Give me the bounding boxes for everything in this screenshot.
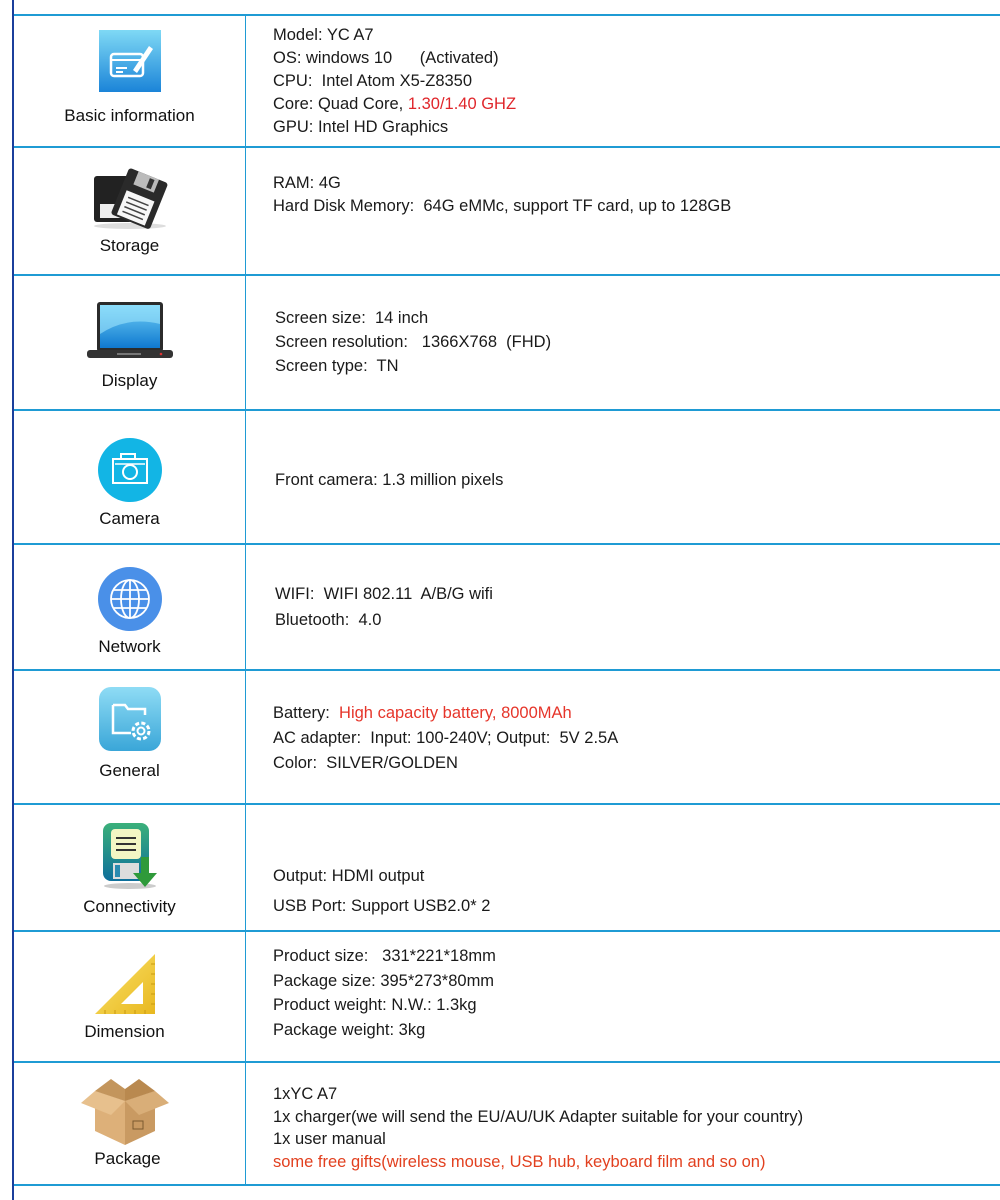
category-cell: Network — [14, 545, 246, 671]
spec-line-hard-disk: Hard Disk Memory: 64G eMMc, support TF c… — [273, 197, 732, 215]
spec-line-usb-port: USB Port: Support USB2.0* 2 — [273, 897, 491, 915]
spec-row-dimension: Dimension Product size: 331*221*18mm Pac… — [14, 930, 1000, 1063]
spec-row-network: Network WIFI: WIFI 802.11 A/B/G wifi Blu… — [14, 543, 1000, 671]
category-label: Dimension — [84, 1022, 165, 1041]
highlight-text: High capacity battery, 8000MAh — [339, 704, 572, 722]
folder-settings-icon — [98, 687, 161, 756]
category-label: Package — [94, 1149, 161, 1168]
spec-line-screen-size: Screen size: 14 inch — [275, 309, 429, 327]
laptop-icon — [86, 302, 173, 365]
category-cell: General — [14, 671, 246, 805]
spec-line-screen-resolution: Screen resolution: 1366X768 (FHD) — [275, 333, 552, 351]
spec-row-connectivity: Connectivity Output: HDMI output USB Por… — [14, 803, 1000, 932]
globe-icon — [97, 567, 162, 636]
spec-row-storage: Storage RAM: 4G Hard Disk Memory: 64G eM… — [14, 146, 1000, 276]
spec-line-cpu: CPU: Intel Atom X5-Z8350 — [273, 72, 473, 90]
spec-row-basic-information: Basic information Model: YC A7 OS: windo… — [14, 14, 1000, 148]
spec-line-color: Color: SILVER/GOLDEN — [273, 754, 458, 772]
category-cell: Connectivity — [14, 805, 246, 932]
category-label: General — [99, 761, 160, 780]
spec-line-ac-adapter: AC adapter: Input: 100-240V; Output: 5V … — [273, 729, 619, 747]
spec-line-product-weight: Product weight: N.W.: 1.3kg — [273, 996, 477, 1014]
spec-line-model: Model: YC A7 — [273, 26, 374, 44]
spec-list: Output: HDMI output USB Port: Support US… — [273, 861, 1000, 921]
category-label: Connectivity — [83, 897, 176, 916]
set-square-ruler-icon — [93, 952, 157, 1021]
camera-icon — [97, 437, 163, 508]
spec-row-display: Display Screen size: 14 inch Screen reso… — [14, 274, 1000, 411]
category-cell: Display — [14, 276, 246, 411]
spec-line-package-weight: Package weight: 3kg — [273, 1020, 426, 1039]
category-label: Basic information — [64, 106, 195, 125]
spec-line-gpu: GPU: Intel HD Graphics — [273, 118, 449, 136]
spec-list: 1xYC A7 1x charger(we will send the EU/A… — [273, 1083, 1000, 1173]
spec-list: Model: YC A7 OS: windows 10 (Activated) … — [273, 24, 1000, 139]
spec-line-screen-type: Screen type: TN — [275, 357, 399, 375]
spec-list: Battery: High capacity battery, 8000MAh … — [273, 701, 1000, 776]
spec-line-wifi: WIFI: WIFI 802.11 A/B/G wifi — [275, 585, 493, 603]
download-document-icon — [99, 823, 161, 896]
floppy-disk-icon — [90, 168, 170, 235]
category-label: Camera — [99, 509, 160, 528]
spec-list: WIFI: WIFI 802.11 A/B/G wifi Bluetooth: … — [275, 581, 1000, 633]
category-cell: Package — [14, 1063, 246, 1184]
package-item: 1xYC A7 — [273, 1085, 338, 1103]
spec-row-camera: Camera Front camera: 1.3 million pixels — [14, 409, 1000, 545]
package-item: 1x user manual — [273, 1130, 386, 1148]
category-label: Display — [101, 371, 158, 390]
spec-line-product-size: Product size: 331*221*18mm — [273, 947, 496, 965]
category-cell: Basic information — [14, 16, 246, 148]
spec-line-bluetooth: Bluetooth: 4.0 — [275, 611, 382, 629]
spec-list: Front camera: 1.3 million pixels — [275, 469, 1000, 492]
spec-line-front-camera: Front camera: 1.3 million pixels — [275, 471, 504, 489]
category-cell: Dimension — [14, 932, 246, 1063]
category-label: Storage — [99, 236, 160, 255]
spec-list: Screen size: 14 inch Screen resolution: … — [275, 306, 1000, 378]
category-label: Network — [98, 637, 161, 656]
highlight-text: 1.30/1.40 GHZ — [407, 95, 517, 113]
spec-row-package: Package 1xYC A7 1x charger(we will send … — [14, 1061, 1000, 1186]
package-item: 1x charger(we will send the EU/AU/UK Ada… — [273, 1107, 804, 1126]
spec-line-output: Output: HDMI output — [273, 867, 425, 885]
edit-card-icon — [98, 30, 161, 97]
category-cell: Storage — [14, 148, 246, 276]
spec-line-battery: Battery: High capacity battery, 8000MAh — [273, 704, 572, 722]
spec-list: Product size: 331*221*18mm Package size:… — [273, 944, 1000, 1042]
cardboard-box-icon — [80, 1079, 169, 1154]
package-item-free-gifts: some free gifts(wireless mouse, USB hub,… — [273, 1152, 766, 1171]
spec-line-package-size: Package size: 395*273*80mm — [273, 971, 495, 990]
spec-row-general: General Battery: High capacity battery, … — [14, 669, 1000, 805]
spec-line-os: OS: windows 10 (Activated) — [273, 49, 499, 67]
spec-line-ram: RAM: 4G — [273, 174, 341, 192]
spec-line-core: Core: Quad Core, 1.30/1.40 GHZ — [273, 95, 517, 113]
category-cell: Camera — [14, 411, 246, 545]
spec-list: RAM: 4G Hard Disk Memory: 64G eMMc, supp… — [273, 172, 1000, 218]
